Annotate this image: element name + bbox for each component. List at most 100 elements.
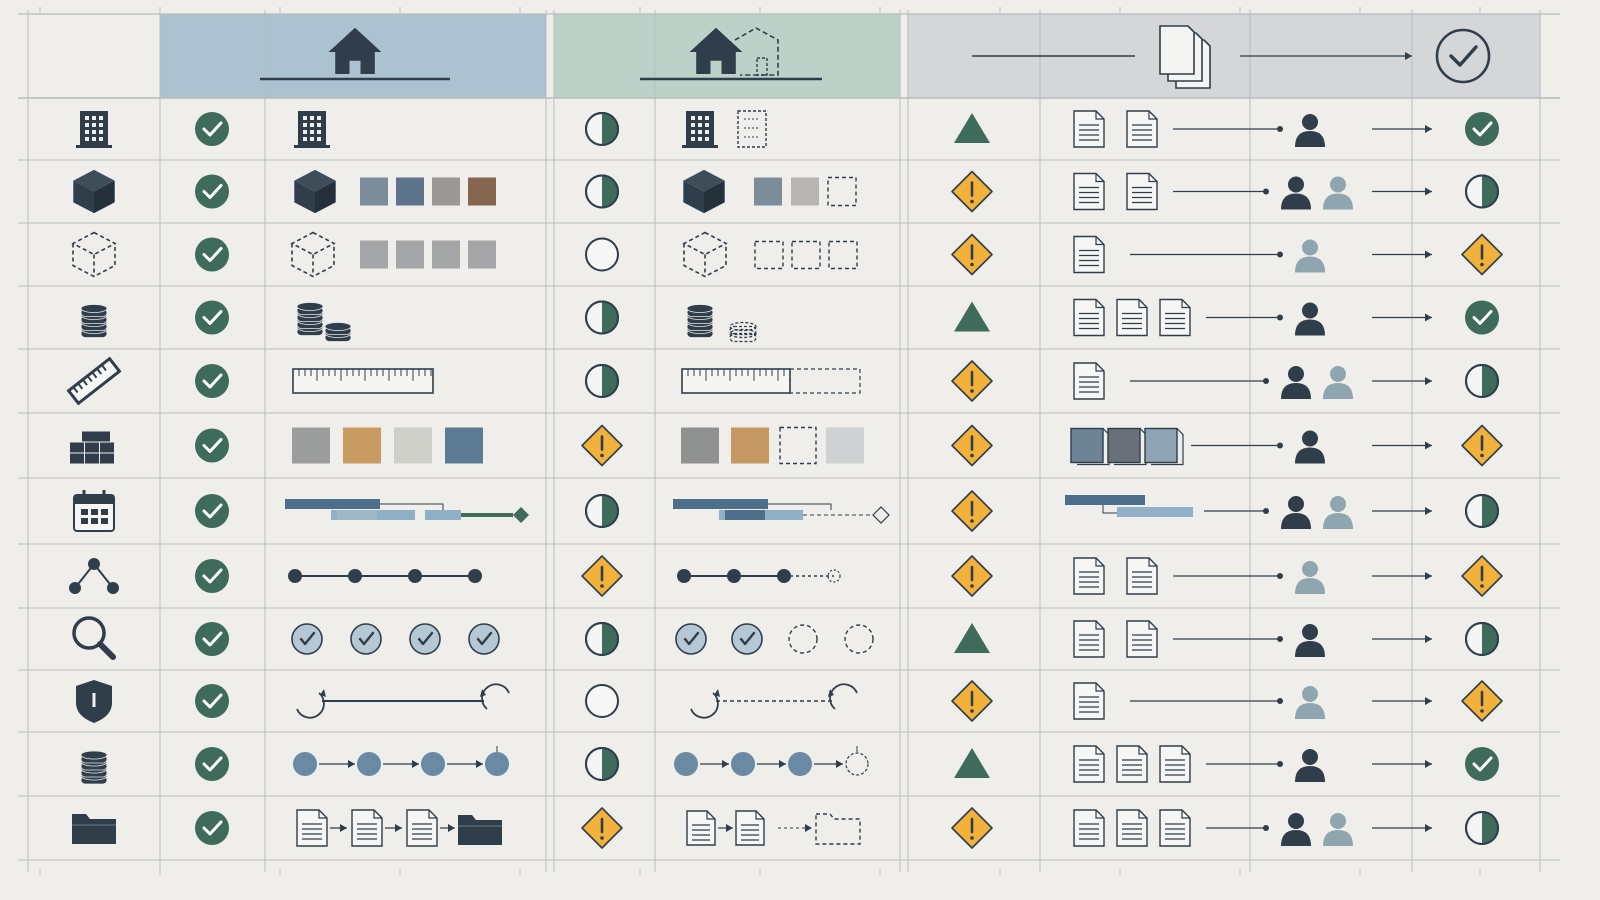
detail-existing [290,231,496,278]
coins-stack-icon [80,304,108,338]
building-icon [682,111,718,148]
status-ok-icon [195,300,229,335]
status-triangle-icon [954,623,990,653]
process-people [1295,430,1432,464]
matrix-svg [18,7,1560,875]
check-circle-icon [291,623,323,655]
dashed-cube-icon [290,231,336,278]
document-icon [1116,809,1148,847]
person-icon [1295,624,1325,657]
process-people [1281,813,1432,846]
document-icon [735,810,765,846]
process-people [1295,114,1432,147]
matrix-row [66,356,1499,406]
process-people [1295,686,1432,719]
calendar-icon [73,490,115,532]
process-documents [1070,427,1283,466]
status-warning-icon [951,170,993,213]
detail-existing [285,499,529,523]
process-people [1295,239,1432,273]
person-icon [1323,813,1353,846]
detail-existing [291,623,500,655]
status-ok-icon [1465,112,1499,146]
grid-lines [18,7,1560,875]
status-half-icon [585,747,619,781]
magnifier-icon [72,616,116,660]
status-half-icon [585,364,619,398]
process-documents [1073,557,1283,595]
matrix-row [80,745,1499,785]
person-icon [1295,686,1325,719]
flow-chain [293,746,509,776]
detail-existing [294,111,330,148]
process-documents [1073,110,1283,148]
status-triangle-icon [954,113,990,143]
matrix-row [72,807,1499,849]
document-icon [1159,298,1191,337]
status-ok-icon [195,811,229,845]
process-documents [1073,235,1283,274]
status-half-icon [1465,622,1499,656]
document-icon [1073,298,1105,337]
dashed-cube-icon [71,231,117,278]
matrix-row [80,298,1499,343]
detail-extension [686,810,861,846]
person-icon [1295,561,1325,594]
document-icon [1073,557,1105,595]
status-triangle-icon [954,301,990,332]
matrix-row [70,424,1503,467]
process-documents [1073,362,1269,400]
status-ok-icon [195,559,229,593]
check-circle-icon [844,624,874,654]
person-icon [1281,366,1311,399]
status-empty-icon [585,237,619,272]
flow-chain [674,746,869,776]
process-people [1295,302,1432,336]
matrix-row [72,169,1499,214]
status-warning-icon [1461,424,1503,467]
detail-extension [677,569,841,583]
document-icon [1116,298,1148,337]
matrix-row [71,231,1503,278]
process-people [1295,749,1432,782]
cube-icon [682,169,726,214]
detail-extension [682,231,858,278]
status-warning-icon [951,807,993,849]
status-ok-icon [1465,300,1499,335]
person-icon [1281,176,1311,210]
document-icon [686,810,716,846]
status-half-icon [585,494,619,528]
status-ok-icon [195,364,229,398]
detail-existing [292,427,483,464]
detail-existing [296,683,510,719]
document-icon [1073,110,1105,148]
detail-extension [682,110,767,148]
process-people [1295,624,1432,657]
coins-stack-icon [729,321,757,343]
document-icon [1073,172,1105,211]
matrix-row [69,555,1503,597]
cycle-line [296,683,510,719]
status-ok-icon [195,747,229,781]
document-icon [406,809,438,847]
network-nodes-icon [69,558,119,594]
status-warning-icon [951,555,993,597]
detail-existing [296,809,502,847]
check-circle-icon [350,623,382,655]
status-ok-icon [195,494,229,528]
person-icon [1323,176,1353,210]
matrix-row [73,490,1499,532]
detail-extension [681,426,864,465]
timeline [288,569,482,583]
status-half-icon [585,112,619,146]
process-documents [1073,745,1283,783]
person-icon [1281,813,1311,846]
process-documents [1073,809,1269,847]
check-circle-icon [409,623,441,655]
status-warning-icon [1461,680,1503,722]
status-half-icon [585,174,619,209]
document-icon [1159,745,1191,783]
detail-extension [673,499,890,524]
process-documents [1073,172,1269,211]
detail-extension [675,623,874,655]
